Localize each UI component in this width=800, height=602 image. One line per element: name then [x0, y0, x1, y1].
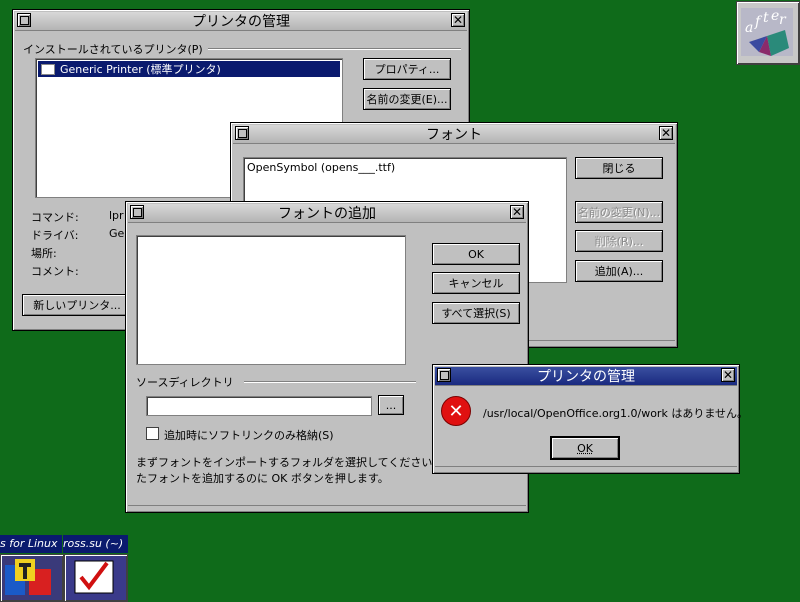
font-list-item[interactable]: OpenSymbol (opens___.ttf) — [247, 161, 395, 174]
info-text-line1: まずフォントをインポートするフォルダを選択してください — [136, 456, 433, 469]
info-text-line2: たフォントを追加するのに OK ボタンを押します。 — [136, 472, 389, 485]
window-menu-icon[interactable] — [437, 368, 451, 382]
close-icon[interactable]: ✕ — [659, 126, 673, 140]
close-icon[interactable]: ✕ — [721, 368, 735, 382]
close-icon[interactable]: ✕ — [510, 205, 524, 219]
symlink-checkbox-label: 追加時にソフトリンクのみ格納(S) — [164, 429, 334, 442]
svg-text:t: t — [763, 10, 769, 26]
checkmark-icon — [74, 560, 114, 594]
error-dialog: プリンタの管理 ✕ ✕ /usr/local/OpenOffice.org1.0… — [432, 364, 748, 474]
rename-printer-button[interactable]: 名前の変更(E)... — [363, 88, 451, 110]
statusbar — [435, 466, 737, 471]
new-printer-button[interactable]: 新しいプリンタ... — [22, 294, 132, 316]
symlink-checkbox[interactable] — [146, 427, 159, 440]
ok-button[interactable]: OK — [432, 243, 520, 265]
application-icon — [5, 559, 51, 595]
select-all-button[interactable]: すべて選択(S) — [432, 302, 520, 324]
afterstep-logo-icon: a f t e r — [741, 8, 793, 56]
delete-font-button[interactable]: 削除(R)... — [575, 230, 663, 252]
svg-text:a: a — [745, 20, 753, 36]
error-dialog-titlebar[interactable]: プリンタの管理 ✕ — [435, 367, 737, 386]
task-button-2[interactable]: ross.su (~) — [63, 535, 128, 553]
window-menu-icon[interactable] — [17, 13, 31, 27]
statusbar — [128, 505, 526, 510]
new-fonts-list[interactable] — [136, 235, 406, 365]
task-button-1[interactable]: s for Linux — [0, 535, 62, 553]
add-font-titlebar[interactable]: フォントの追加 ✕ — [128, 204, 526, 223]
printer-list-item[interactable]: Generic Printer (標準プリンタ) — [38, 61, 340, 77]
installed-printers-label: インストールされているプリンタ(P) — [23, 43, 203, 56]
afterstep-icon[interactable]: a f t e r — [736, 1, 800, 65]
browse-button[interactable]: ... — [378, 395, 404, 415]
cancel-button[interactable]: キャンセル — [432, 272, 520, 294]
fonts-title: フォント — [426, 127, 482, 143]
window-menu-icon[interactable] — [235, 126, 249, 140]
rename-font-button[interactable]: 名前の変更(N)... — [575, 201, 663, 223]
group-divider — [208, 48, 461, 50]
comment-label: コメント: — [31, 265, 79, 278]
properties-button[interactable]: プロパティ... — [363, 58, 451, 80]
command-label: コマンド: — [31, 211, 79, 224]
group-divider — [244, 381, 416, 383]
error-dialog-title: プリンタの管理 — [537, 369, 635, 385]
error-message: /usr/local/OpenOffice.org1.0/work はありません… — [483, 407, 748, 420]
window-menu-icon[interactable] — [130, 205, 144, 219]
printer-admin-title: プリンタの管理 — [192, 14, 290, 30]
task-icon-2[interactable] — [64, 554, 128, 602]
taskbar: s for Linux ross.su (~) — [0, 535, 128, 602]
source-directory-label: ソースディレクトリ — [136, 376, 234, 389]
error-ok-button[interactable]: OK — [550, 436, 620, 460]
source-directory-field[interactable] — [146, 396, 372, 416]
location-label: 場所: — [31, 247, 57, 260]
task-icon-1[interactable] — [0, 554, 64, 602]
error-icon: ✕ — [441, 396, 471, 426]
printer-icon — [41, 63, 55, 75]
add-font-title: フォントの追加 — [278, 206, 376, 222]
fonts-titlebar[interactable]: フォント ✕ — [233, 125, 675, 144]
driver-label: ドライバ: — [31, 229, 79, 242]
add-font-button[interactable]: 追加(A)... — [575, 260, 663, 282]
close-button[interactable]: 閉じる — [575, 157, 663, 179]
printer-admin-titlebar[interactable]: プリンタの管理 ✕ — [15, 12, 467, 31]
printer-list-item-label: Generic Printer (標準プリンタ) — [60, 63, 221, 76]
close-icon[interactable]: ✕ — [451, 13, 465, 27]
command-value: lpr — [109, 209, 124, 222]
